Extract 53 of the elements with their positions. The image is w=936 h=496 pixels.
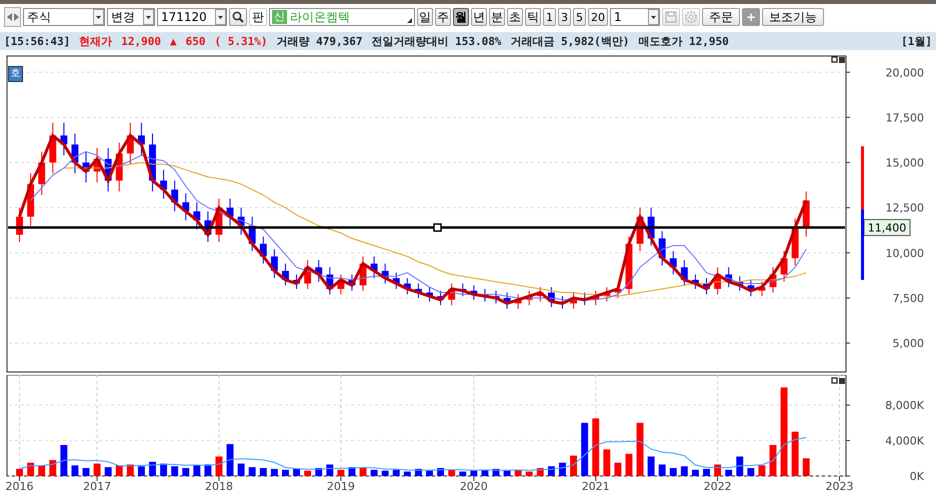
- period-tab[interactable]: 월: [453, 8, 469, 26]
- interval-button[interactable]: 20: [588, 8, 608, 26]
- status-text: [15:56:43]: [4, 34, 70, 48]
- chart-type-badge[interactable]: 호: [8, 66, 23, 82]
- year-label: 2020: [460, 480, 488, 493]
- year-label: 2016: [6, 480, 34, 493]
- ref-line-label: 11,400: [868, 222, 906, 235]
- status-text: 거래대금 5,982(백만): [510, 34, 630, 48]
- year-label: 2019: [326, 480, 355, 493]
- new-listing-badge: 신: [272, 10, 287, 24]
- axis-label: 10,000: [886, 246, 924, 260]
- period-tab[interactable]: 틱: [525, 8, 541, 26]
- axis-label: 20,000: [886, 66, 924, 80]
- period-tab[interactable]: 분: [489, 8, 505, 26]
- year-label: 2021: [582, 480, 610, 493]
- status-text: 거래량 479,367: [276, 34, 362, 48]
- change-dropdown[interactable]: 변경: [107, 8, 155, 26]
- stock-name: 라이온켐텍: [290, 8, 350, 26]
- status-text: 현재가: [79, 34, 112, 48]
- period-tab[interactable]: 주: [435, 8, 451, 26]
- year-label: 2023: [825, 480, 854, 493]
- stock-name-field[interactable]: 신 라이온켐텍: [269, 8, 415, 26]
- axis-label: 17,500: [886, 111, 924, 124]
- axis-label: 12,500: [886, 202, 924, 215]
- interval-button[interactable]: 1: [543, 8, 556, 26]
- interval-button[interactable]: 3: [558, 8, 571, 26]
- period-tab[interactable]: 일: [417, 8, 433, 26]
- year-label: 2017: [83, 480, 112, 493]
- status-text: [1월]: [901, 34, 932, 48]
- status-text: 12,900: [121, 34, 161, 48]
- status-text: ▲: [170, 34, 177, 48]
- axis-label: 5,000: [892, 337, 924, 350]
- year-label: 2022: [704, 480, 732, 493]
- axis-label: 4,000K: [885, 434, 924, 448]
- year-label: 2018: [204, 480, 233, 493]
- count-dropdown[interactable]: 1: [610, 8, 660, 26]
- interval-button[interactable]: 5: [573, 8, 586, 26]
- axis-label: 8,000K: [885, 399, 924, 412]
- status-text: 전일거래량대비 153.08%: [371, 34, 502, 48]
- market-dropdown[interactable]: 주식: [23, 8, 105, 26]
- status-text: ( 5.31%): [214, 34, 268, 48]
- axis-label: 7,500: [892, 292, 924, 305]
- axis-label: 0K: [910, 470, 924, 483]
- stock-code-field[interactable]: 171120: [157, 8, 227, 26]
- period-tab[interactable]: 초: [507, 8, 523, 26]
- aux-functions-button[interactable]: 보조기능: [762, 8, 824, 26]
- period-tab[interactable]: 년: [471, 8, 487, 26]
- status-text: 매도호가 12,950: [638, 34, 729, 48]
- status-text: 650: [186, 34, 206, 48]
- axis-label: 15,000: [886, 156, 924, 170]
- board-button[interactable]: 판: [249, 8, 267, 26]
- order-button[interactable]: 주문: [702, 8, 740, 26]
- price-tag: 11,400: [864, 219, 910, 236]
